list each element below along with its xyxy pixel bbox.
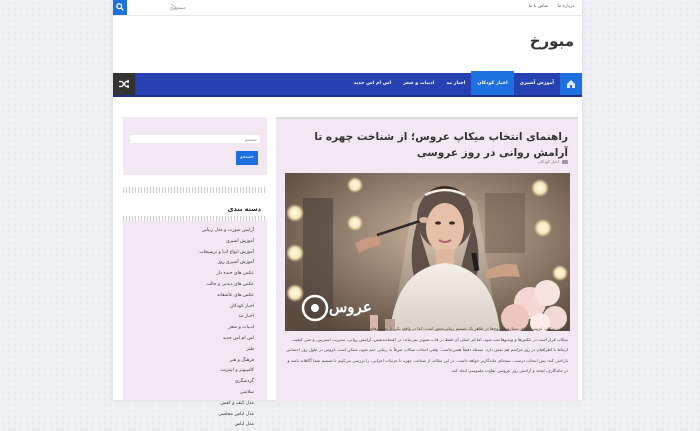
category-item[interactable]: عکس های عاشقانه	[199, 291, 254, 302]
nav-item-sms[interactable]: اس ام اس جدید	[348, 73, 398, 95]
nav-item-kids-news[interactable]: اخبار کودکان	[471, 71, 514, 95]
category-item[interactable]: طنز	[199, 345, 254, 356]
category-item[interactable]: آموزش آشپزی روز	[199, 258, 254, 269]
article-card: راهنمای انتخاب میکاپ عروس؛ از شناخت چهره…	[276, 117, 578, 402]
category-item[interactable]: مدل لباس	[199, 420, 254, 431]
categories-title-underline	[123, 216, 267, 221]
sidebar: جستجو دسته بندی آرایش صورت و مدل زیبایی …	[123, 117, 267, 427]
nav-item-fashion-news[interactable]: اخبار مد	[440, 73, 471, 95]
categories-title: دسته بندی	[227, 205, 261, 213]
category-item[interactable]: کامپیوتر و اینترنت	[199, 366, 254, 377]
top-link-contact[interactable]: تماس با ما	[528, 4, 548, 9]
post-category[interactable]: اخبار کودکان	[538, 159, 559, 164]
nav-item-literature[interactable]: ادبیات و شعر	[397, 73, 440, 95]
main-nav: آموزش آشپزی اخبار کودکان اخبار مد ادبیات…	[113, 71, 582, 97]
top-link-about[interactable]: درباره ما	[557, 4, 574, 9]
search-input[interactable]	[130, 3, 186, 12]
site-logo[interactable]: مبورخ	[530, 32, 574, 50]
post-excerpt: انتخاب میکاپ عروس، برای بسیاری از زوج‌ها…	[286, 326, 568, 373]
sidebar-search-button[interactable]: جستجو	[236, 151, 258, 165]
category-item[interactable]: اس ام اس جدید	[199, 334, 254, 345]
search-button[interactable]	[113, 0, 127, 15]
search-icon	[116, 3, 124, 11]
category-item[interactable]: عکس های دیدنی و جالب	[199, 280, 254, 291]
category-item[interactable]: اخبار کودکان	[199, 302, 254, 313]
sidebar-search-input[interactable]	[129, 134, 261, 144]
photo-watermark: عروس	[329, 298, 372, 316]
shuffle-icon	[119, 79, 129, 89]
category-item[interactable]: عکس های خنده دار	[199, 269, 254, 280]
home-icon	[567, 80, 575, 88]
top-bar: درباره ما تماس با ما	[113, 0, 582, 16]
folder-icon	[562, 159, 568, 164]
category-item[interactable]: سلامتی	[199, 388, 254, 399]
category-item[interactable]: آرایش صورت و مدل زیبایی	[199, 226, 254, 237]
categories-widget: دسته بندی آرایش صورت و مدل زیبایی آموزش …	[123, 202, 267, 427]
categories-header: دسته بندی	[123, 202, 267, 221]
category-item[interactable]: آموزش آشپزی	[199, 237, 254, 248]
bride-makeup-photo	[285, 173, 570, 331]
category-item[interactable]: ادبیات و شعر	[199, 323, 254, 334]
category-item[interactable]: گردشگری	[199, 377, 254, 388]
home-button[interactable]	[560, 73, 582, 95]
post-featured-image[interactable]: عروس	[285, 173, 570, 331]
page-container: درباره ما تماس با ما مبورخ آموزش آشپزی ا…	[113, 0, 582, 427]
post-meta: اخبار کودکان	[538, 159, 568, 164]
category-item[interactable]: فرهنگ و هنر	[199, 356, 254, 367]
category-item[interactable]: مدل لباس مجلسی	[199, 410, 254, 421]
widget-divider	[123, 187, 267, 193]
post-title[interactable]: راهنمای انتخاب میکاپ عروس؛ از شناخت چهره…	[283, 129, 568, 161]
rss-icon[interactable]	[170, 4, 177, 11]
top-links: درباره ما تماس با ما	[528, 4, 574, 9]
nav-item-cooking[interactable]: آموزش آشپزی	[514, 73, 560, 95]
category-list: آرایش صورت و مدل زیبایی آموزش آشپزی آموز…	[199, 226, 254, 431]
category-item[interactable]: مدل کیف و کفش	[199, 399, 254, 410]
random-post-button[interactable]	[113, 73, 135, 95]
category-item[interactable]: آموزش انواع ادیا و ترشیجات	[199, 248, 254, 259]
sidebar-search-widget: جستجو	[123, 117, 267, 175]
category-item[interactable]: اخبار مد	[199, 312, 254, 323]
nav-menu: آموزش آشپزی اخبار کودکان اخبار مد ادبیات…	[348, 71, 560, 95]
